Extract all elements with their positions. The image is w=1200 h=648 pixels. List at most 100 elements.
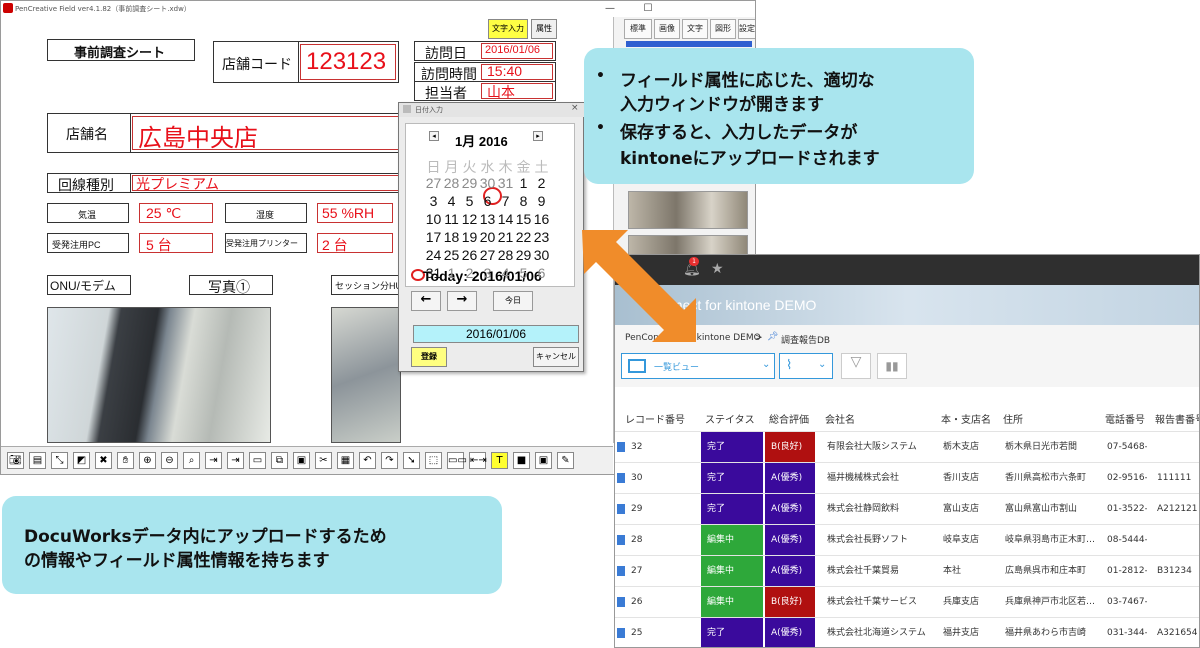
maximize-icon[interactable]: ☐ [633,1,663,17]
table-row[interactable]: 25 完了 A(優秀) 株式会社北海道システム 福井支店 福井県あわら市吉崎 031-344… [615,617,1199,647]
breadcrumb-db[interactable]: 調査報告DB [781,333,830,346]
day-cell[interactable]: 9 [533,193,550,209]
day-cell[interactable]: 2 [461,265,478,281]
layer-icon[interactable]: ▦ [337,452,354,469]
next-icon[interactable]: ⇥ [227,452,244,469]
visit-date-field[interactable]: 訪問日 2016/01/06 [414,41,556,61]
scissors-icon[interactable]: ✂ [315,452,332,469]
record-detail-icon[interactable] [617,473,625,483]
zoom-in-icon[interactable]: ⊕ [139,452,156,469]
day-cell[interactable]: 14 [497,211,514,227]
column-header[interactable]: 会社名 [825,411,855,426]
table-row[interactable]: 29 完了A(優秀) 株式会社静岡飲料 富山支店 富山県富山市割山 01-3522-… A2… [615,493,1199,525]
filter-button[interactable]: ▽ [841,353,871,379]
person-field[interactable]: 担当者 山本 [414,81,556,101]
tab-shape[interactable]: 図形 [710,19,736,39]
selected-date-field[interactable]: 2016/01/06 [413,325,579,343]
column-header[interactable]: 住所 [1003,411,1023,426]
screen-icon[interactable]: ▣ [535,452,552,469]
pointer-icon[interactable]: ➘ [403,452,420,469]
minimize-icon[interactable]: — [595,1,625,17]
graph-button[interactable]: ⌇ ⌄ [779,353,833,379]
day-cell[interactable]: 12 [461,211,478,227]
column-header[interactable]: 総合評価 [769,411,809,426]
stamp-icon[interactable]: ▣ [293,452,310,469]
day-cell[interactable]: 27 [479,247,496,263]
day-cell[interactable]: 8 [515,193,532,209]
day-cell[interactable]: 10 [425,211,442,227]
day-cell[interactable]: 26 [461,247,478,263]
undo-icon[interactable]: ↶ [359,452,376,469]
humidity-value-box[interactable]: 55 %RH [317,203,393,223]
day-cell[interactable]: 5 [515,265,532,281]
column-header[interactable]: 本・支店名 [941,411,991,426]
day-cell[interactable]: 18 [443,229,460,245]
day-cell[interactable]: 29 [515,247,532,263]
prev-month-icon[interactable]: ◂ [429,131,439,141]
frame-icon[interactable]: ▭ [249,452,266,469]
day-cell[interactable]: 30 [479,175,496,191]
day-cell[interactable]: 28 [497,247,514,263]
select-icon[interactable]: ◩ [73,452,90,469]
cancel-button[interactable]: キャンセル [533,347,579,367]
text-input-button[interactable]: 文字入力 [488,19,528,39]
day-cell[interactable]: 23 [533,229,550,245]
day-cell[interactable]: 1 [443,265,460,281]
tab-text[interactable]: 文字 [682,19,708,39]
day-cell[interactable]: 17 [425,229,442,245]
record-detail-icon[interactable] [617,504,625,514]
day-cell[interactable]: 5 [461,193,478,209]
marquee-icon[interactable]: ⬚ [425,452,442,469]
delete-icon[interactable]: ✖ [95,452,112,469]
day-cell[interactable]: 24 [425,247,442,263]
column-header[interactable]: 報告書番号 [1155,411,1199,426]
printer-value-box[interactable]: 2 台 [317,233,393,253]
zoom-out-icon[interactable]: ⊖ [161,452,178,469]
record-detail-icon[interactable] [617,535,625,545]
store-code-field[interactable]: 店舗コード 123123 [213,41,399,83]
record-detail-icon[interactable] [617,628,625,638]
day-cell[interactable]: 31 [425,265,442,281]
column-header[interactable]: 電話番号 [1105,411,1145,426]
day-cell[interactable]: 20 [479,229,496,245]
fill-icon[interactable]: ■ [513,452,530,469]
day-cell[interactable]: 4 [497,265,514,281]
panel-selected-row[interactable] [626,41,752,47]
block-icon[interactable]: ▭▭ [447,452,467,469]
next-month-icon[interactable]: ▸ [533,131,543,141]
day-cell[interactable]: 28 [443,175,460,191]
next-arrow-button[interactable]: → [447,291,477,311]
table-row[interactable]: 28 編集中 A(優秀) 株式会社長野ソフト 岐阜支店 岐阜県羽島市正木町… 08-5444… [615,524,1199,556]
day-cell[interactable]: 6 [479,193,496,209]
resize-icon[interactable]: ⤡ [51,452,68,469]
table-row[interactable]: 27 編集中A(優秀) 株式会社千葉貿易 本社 広島県呉市和庄本町 01-2812-… B3… [615,555,1199,587]
tab-standard[interactable]: 標準 [624,19,652,39]
day-cell[interactable]: 1 [515,175,532,191]
align-right-icon[interactable]: ⇥ [205,452,222,469]
day-cell[interactable]: 4 [443,193,460,209]
day-cell[interactable]: 15 [515,211,532,227]
pen-icon[interactable]: ✎ [557,452,574,469]
hand-icon[interactable]: ✋︎ [117,452,134,469]
column-header[interactable]: ステイタス [705,411,755,426]
record-detail-icon[interactable] [617,597,625,607]
temp-value-box[interactable]: 25 ℃ [139,203,213,223]
register-button[interactable]: 登録 [411,347,447,367]
day-cell[interactable]: 3 [425,193,442,209]
record-detail-icon[interactable] [617,442,625,452]
group-icon[interactable]: ⧉ [271,452,288,469]
day-cell[interactable]: 3 [479,265,496,281]
visit-time-field[interactable]: 訪問時間 15:40 [414,62,556,82]
day-cell[interactable]: 25 [443,247,460,263]
camera-icon[interactable]: 📷︎ [7,452,24,469]
search-icon[interactable]: ⌕ [183,452,200,469]
day-cell[interactable]: 19 [461,229,478,245]
today-button[interactable]: 今日 [493,291,533,311]
star-icon[interactable]: ★ [711,261,724,277]
menu-icon[interactable]: ▤ [29,452,46,469]
spacing-icon[interactable]: ⇤⇥ [469,452,487,469]
day-cell[interactable]: 11 [443,211,460,227]
pc-value-box[interactable]: 5 台 [139,233,213,253]
onu-photo[interactable] [47,307,271,443]
dialog-close-icon[interactable]: × [571,103,579,113]
